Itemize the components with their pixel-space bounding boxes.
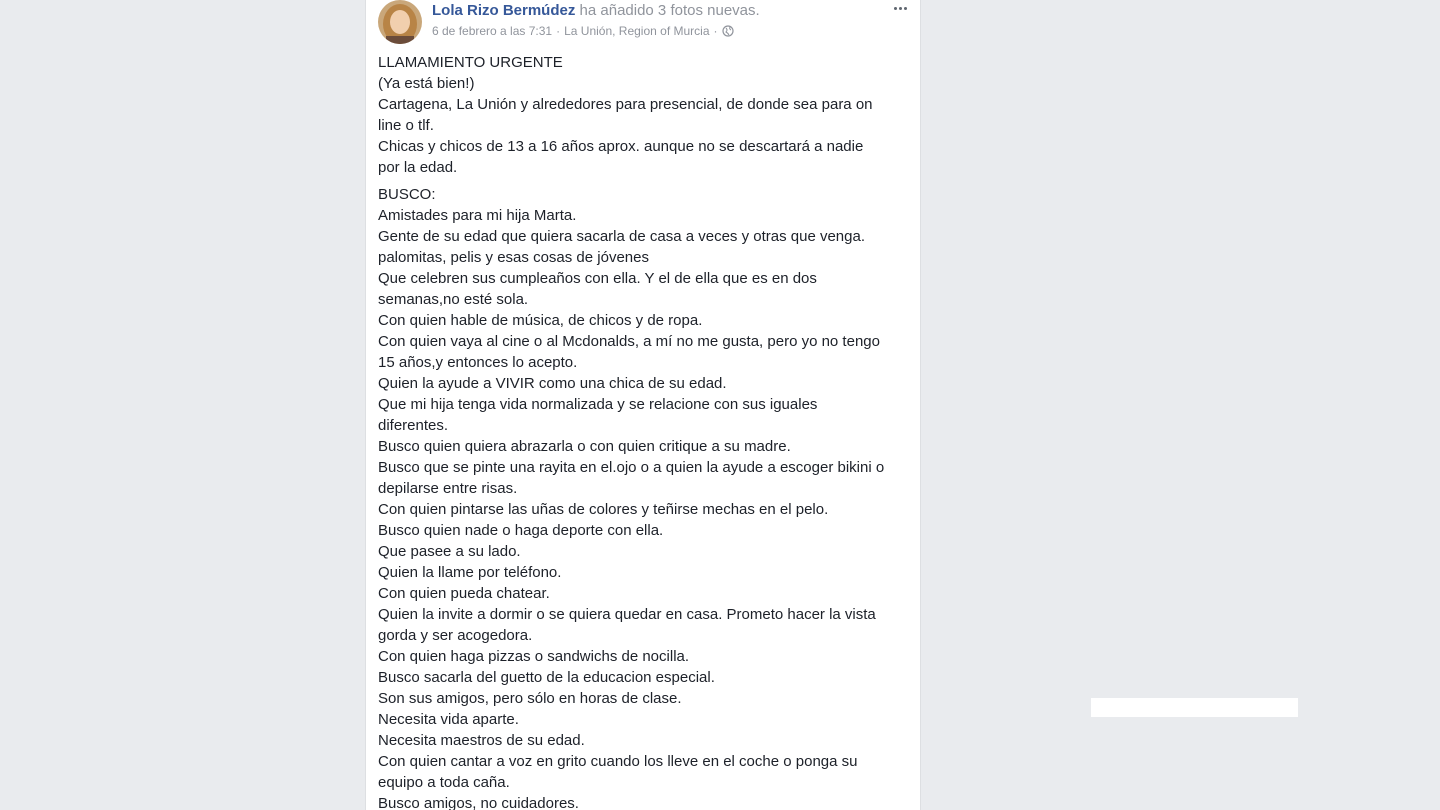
post-message: LLAMAMIENTO URGENTE (Ya está bien!) Cart… — [378, 52, 913, 810]
redaction-box — [1091, 698, 1298, 717]
facebook-post: Lola Rizo Bermúdez ha añadido 3 fotos nu… — [365, 0, 921, 810]
author-avatar[interactable] — [378, 0, 422, 44]
post-paragraph: LLAMAMIENTO URGENTE (Ya está bien!) Cart… — [378, 54, 873, 176]
meta-separator: · — [556, 24, 561, 38]
post-meta: 6 de febrero a las 7:31 · La Unión, Regi… — [432, 24, 734, 38]
post-header: Lola Rizo Bermúdez ha añadido 3 fotos nu… — [377, 0, 920, 50]
meta-separator: · — [713, 24, 718, 38]
author-name-link[interactable]: Lola Rizo Bermúdez — [432, 2, 575, 19]
post-timestamp[interactable]: 6 de febrero a las 7:31 — [432, 24, 552, 38]
more-options-icon[interactable] — [890, 0, 910, 16]
globe-icon[interactable] — [721, 25, 734, 37]
post-paragraph: BUSCO: Amistades para mi hija Marta. Gen… — [378, 186, 885, 810]
author-line: Lola Rizo Bermúdez ha añadido 3 fotos nu… — [432, 2, 760, 19]
post-action-text: ha añadido 3 fotos nuevas. — [575, 2, 760, 19]
post-location[interactable]: La Unión, Region of Murcia — [564, 24, 709, 38]
